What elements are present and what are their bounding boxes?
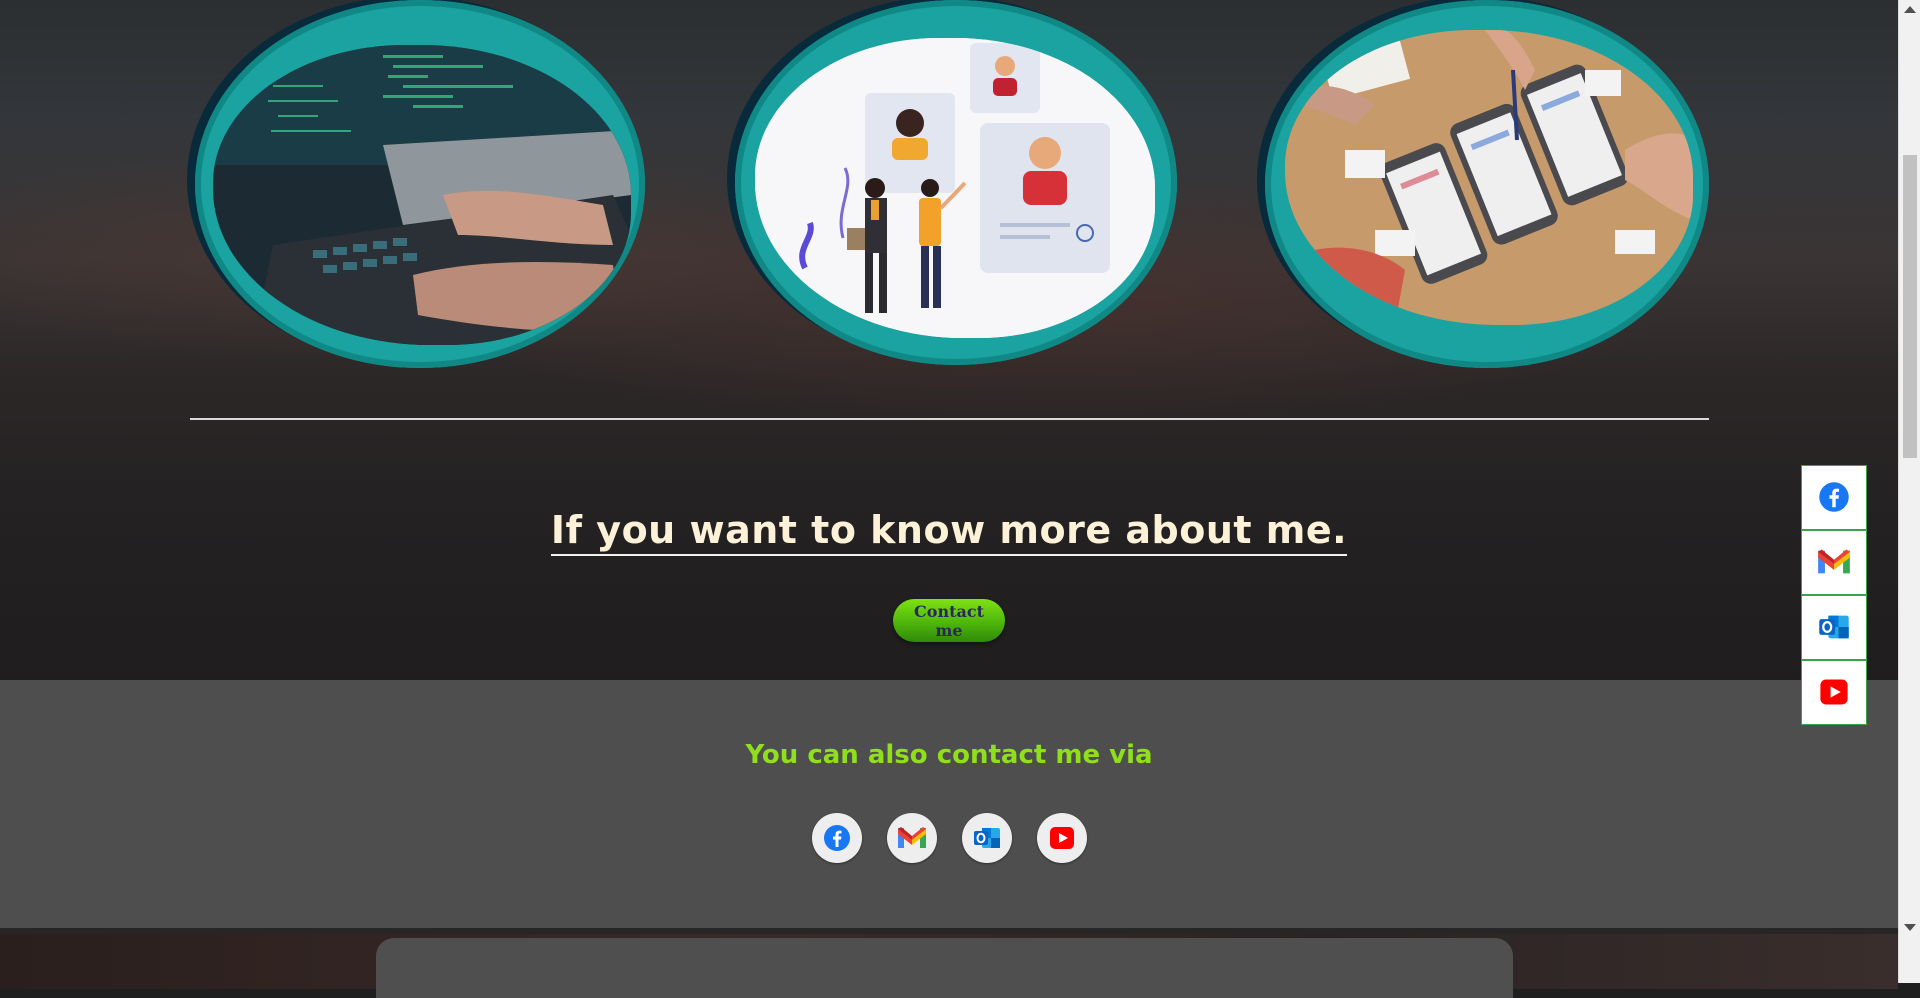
section-divider <box>190 418 1709 420</box>
facebook-icon[interactable] <box>812 813 862 863</box>
recruitment-illustration-image <box>755 38 1155 338</box>
laptop-coding-image-frame <box>195 0 645 368</box>
side-outlook-icon[interactable] <box>1802 596 1866 658</box>
about-heading-text: If you want to know more about me. <box>550 508 1348 556</box>
vertical-scrollbar[interactable] <box>1898 0 1920 983</box>
gmail-icon[interactable] <box>887 813 937 863</box>
scroll-down-arrow-icon[interactable] <box>1904 924 1916 931</box>
footer-card <box>376 938 1513 998</box>
contact-me-button[interactable]: Contact me <box>893 599 1005 642</box>
recruitment-illustration-image-frame <box>735 0 1177 365</box>
outlook-icon[interactable] <box>962 813 1012 863</box>
side-gmail-icon[interactable] <box>1802 531 1866 593</box>
about-heading: If you want to know more about me. <box>0 508 1898 556</box>
youtube-icon[interactable] <box>1037 813 1087 863</box>
laptop-coding-image <box>213 45 631 345</box>
side-facebook-icon[interactable] <box>1802 466 1866 528</box>
app-wireframe-sketching-image <box>1285 30 1693 325</box>
side-youtube-icon[interactable] <box>1802 661 1866 723</box>
scroll-up-arrow-icon[interactable] <box>1904 6 1916 13</box>
contact-section-title: You can also contact me via <box>745 740 1153 770</box>
app-wireframe-sketching-image-frame <box>1265 0 1709 368</box>
scrollbar-thumb[interactable] <box>1903 155 1917 458</box>
side-social-bar <box>1801 465 1867 725</box>
contact-section <box>0 680 1898 928</box>
